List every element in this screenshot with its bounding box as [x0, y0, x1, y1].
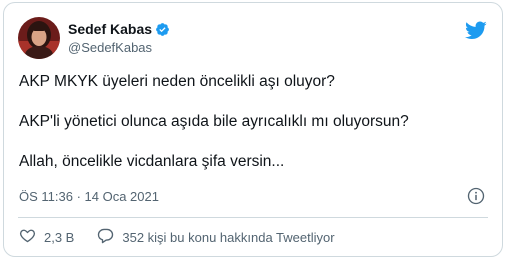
tweet-meta: ÖS 11:36 · 14 Oca 2021 [19, 187, 489, 207]
tweet-timestamp[interactable]: ÖS 11:36 · 14 Oca 2021 [19, 189, 159, 204]
tweet-paragraph-3: Allah, öncelikle vicdanlara şifa versin.… [19, 153, 285, 170]
author-avatar[interactable] [18, 17, 60, 59]
tweet-paragraph-1: AKP MKYK üyeleri neden öncelikli aşı olu… [19, 73, 335, 90]
author-handle[interactable]: @SedefKabas [68, 40, 170, 55]
like-count: 2,3 B [44, 229, 75, 245]
tweet-paragraph-2: AKP'li yönetici olunca aşıda bile ayrıca… [19, 113, 409, 130]
author-display-name[interactable]: Sedef Kabas [68, 21, 152, 37]
divider [18, 217, 488, 218]
tweet-header: Sedef Kabas @SedefKabas [18, 17, 488, 61]
author-names: Sedef Kabas @SedefKabas [68, 19, 170, 55]
speech-bubble-icon [97, 227, 114, 247]
reply-conversation-label: 352 kişi bu konu hakkında Tweetliyor [122, 229, 335, 245]
tweet-card[interactable]: Sedef Kabas @SedefKabas AKP MKYK üyeleri… [3, 2, 503, 257]
avatar-image [18, 17, 60, 59]
like-button[interactable]: 2,3 B [19, 227, 74, 247]
tweet-text: AKP MKYK üyeleri neden öncelikli aşı olu… [19, 72, 489, 192]
reply-conversation-button[interactable]: 352 kişi bu konu hakkında Tweetliyor [97, 227, 335, 247]
verified-badge-icon [155, 22, 170, 37]
info-icon[interactable] [467, 187, 485, 205]
tweet-actions: 2,3 B 352 kişi bu konu hakkında Tweetliy… [19, 227, 335, 247]
author-name-row: Sedef Kabas [68, 19, 170, 39]
twitter-bird-icon[interactable] [464, 19, 488, 41]
heart-icon [19, 227, 36, 247]
